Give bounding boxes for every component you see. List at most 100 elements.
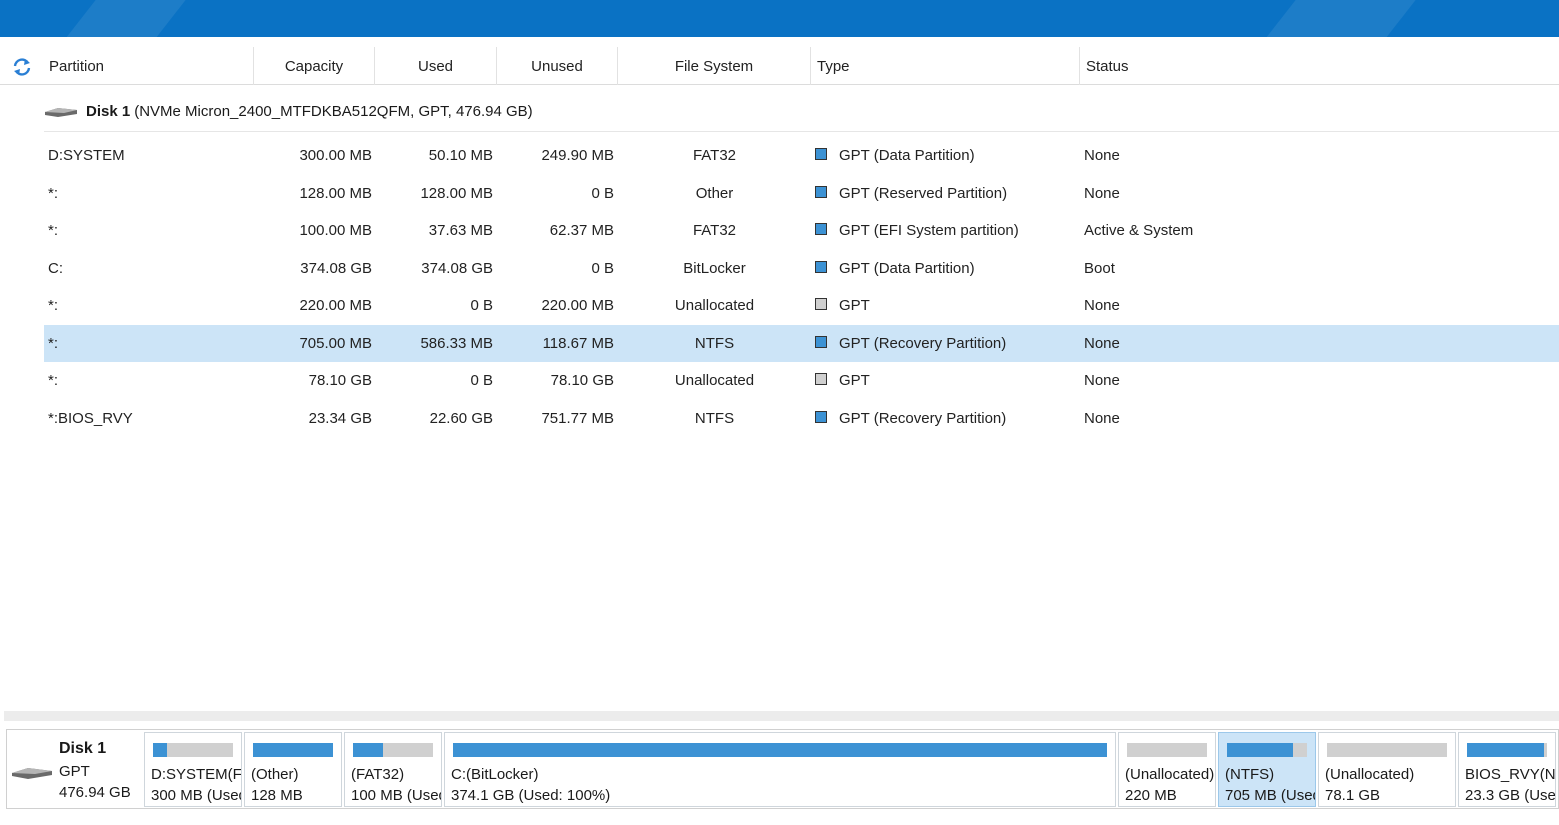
disk-map-partition[interactable]: (Unallocated) 78.1 GB <box>1318 732 1456 807</box>
partition-capacity: 78.10 GB <box>308 372 372 389</box>
partition-type-swatch-icon <box>815 335 827 348</box>
usage-bar-fill <box>153 743 167 757</box>
disk-map-disk-info[interactable]: Disk 1 GPT 476.94 GB <box>7 730 141 808</box>
disk-map-partition-label: D:SYSTEM(FAT32) <box>151 766 242 783</box>
disk-map-partition-size: 128 MB <box>251 787 303 804</box>
col-partition[interactable]: Partition <box>43 47 254 85</box>
partition-row[interactable]: *: 78.10 GB 0 B 78.10 GB Unallocated GPT None <box>44 362 1559 400</box>
partition-used: 22.60 GB <box>429 409 493 427</box>
partition-unused: 118.67 MB <box>542 334 614 352</box>
col-unused[interactable]: Unused <box>497 47 618 85</box>
partition-name: *: <box>48 222 59 239</box>
partition-used: 50.10 MB <box>428 147 493 164</box>
disk-map-partition-size: 23.3 GB (Used: 96%) <box>1465 787 1556 804</box>
partition-unused: 0 B <box>591 259 614 277</box>
partition-name: *: <box>48 334 59 352</box>
partition-status: None <box>1084 409 1120 427</box>
partition-used: 0 B <box>470 297 493 314</box>
partition-row[interactable]: C: 374.08 GB 374.08 GB 0 B BitLocker GPT (Dat… <box>44 250 1559 288</box>
disk-map-partition[interactable]: C:(BitLocker) 374.1 GB (Used: 100%) <box>444 732 1116 807</box>
usage-bar <box>253 743 333 757</box>
disk-map-partition[interactable]: D:SYSTEM(FAT32) 300 MB (Used: 16%) <box>144 732 242 807</box>
disk-map-partition-label: C:(BitLocker) <box>451 766 539 783</box>
partition-row[interactable]: *: 705.00 MB 586.33 MB 118.67 MB NTFS GPT (Re… <box>44 324 1559 363</box>
disk-map: Disk 1 GPT 476.94 GB D:SYSTEM(FAT32) 300 … <box>6 729 1559 809</box>
usage-bar-fill <box>253 743 333 757</box>
partition-type: GPT (Recovery Partition) <box>815 400 1075 438</box>
disk-map-partition-label: (NTFS) <box>1225 766 1275 783</box>
partition-type-label: GPT (Recovery Partition) <box>839 334 1007 352</box>
partition-fs: BitLocker <box>683 259 746 277</box>
partition-row[interactable]: D:SYSTEM 300.00 MB 50.10 MB 249.90 MB FAT32 G… <box>44 137 1559 175</box>
disk-map-partition-size: 220 MB <box>1125 787 1177 804</box>
partition-type: GPT (EFI System partition) <box>815 212 1075 250</box>
disk-map-partition[interactable]: (Unallocated) 220 MB <box>1118 732 1216 807</box>
partition-capacity: 705.00 MB <box>299 334 372 352</box>
disk-map-partition-size: 374.1 GB (Used: 100%) <box>451 787 611 804</box>
refresh-icon[interactable] <box>10 57 34 77</box>
partition-status: None <box>1084 184 1120 202</box>
disk-map-partition-label: (FAT32) <box>351 766 405 783</box>
usage-bar-fill <box>1227 743 1294 757</box>
partition-unused: 0 B <box>591 184 614 202</box>
partition-used: 374.08 GB <box>421 259 493 277</box>
partition-type-label: GPT (Data Partition) <box>839 259 975 277</box>
disk-map-partition[interactable]: (NTFS) 705 MB (Used: 83%) <box>1218 732 1316 807</box>
partition-unused: 62.37 MB <box>549 222 614 239</box>
disk-map-partition[interactable]: BIOS_RVY(NTFS) 23.3 GB (Used: 96%) <box>1458 732 1556 807</box>
disk-map-name: Disk 1 <box>59 740 107 757</box>
col-status[interactable]: Status <box>1080 47 1559 85</box>
usage-bar <box>153 743 233 757</box>
partition-status: None <box>1084 372 1120 389</box>
usage-bar <box>453 743 1107 757</box>
disk-map-partition-label: BIOS_RVY(NTFS) <box>1465 766 1556 783</box>
partition-unused: 751.77 MB <box>541 409 614 427</box>
disk-drive-icon <box>45 108 77 118</box>
disk-name: Disk 1 <box>86 103 131 120</box>
partition-type: GPT (Data Partition) <box>815 250 1075 288</box>
partition-status: None <box>1084 147 1120 164</box>
partition-name: *:BIOS_RVY <box>48 409 133 427</box>
disk-map-size: 476.94 GB <box>59 784 131 801</box>
partition-name: D:SYSTEM <box>48 147 125 164</box>
partition-status: Boot <box>1084 259 1115 277</box>
disk-map-partition-label: (Unallocated) <box>1125 766 1215 783</box>
disk-map-partition-size: 705 MB (Used: 83%) <box>1225 787 1315 804</box>
partition-unused: 220.00 MB <box>541 297 614 314</box>
partition-name: *: <box>48 372 59 389</box>
partition-type-swatch-icon <box>815 373 827 386</box>
partition-type-swatch-icon <box>815 148 827 161</box>
usage-bar-fill <box>1467 743 1544 757</box>
partition-row[interactable]: *: 220.00 MB 0 B 220.00 MB Unallocated GPT Non… <box>44 287 1559 325</box>
col-used[interactable]: Used <box>375 47 497 85</box>
disk-map-partition[interactable]: (FAT32) 100 MB (Used: 37%) <box>344 732 442 807</box>
disk-map-partition[interactable]: (Other) 128 MB <box>244 732 342 807</box>
partition-used: 37.63 MB <box>428 222 493 239</box>
partition-type: GPT (Recovery Partition) <box>815 325 1075 363</box>
disk-details: (NVMe Micron_2400_MTFDKBA512QFM, GPT, 47… <box>134 103 533 120</box>
partition-capacity: 300.00 MB <box>299 147 372 164</box>
partition-name: *: <box>48 297 59 314</box>
col-type[interactable]: Type <box>811 47 1080 85</box>
partition-unused: 78.10 GB <box>550 372 614 389</box>
partition-row[interactable]: *: 128.00 MB 128.00 MB 0 B Other GPT (Reserve… <box>44 175 1559 213</box>
partition-name: *: <box>48 184 59 202</box>
partition-fs: Unallocated <box>674 372 755 389</box>
partition-type: GPT <box>815 362 1075 400</box>
partition-fs: Unallocated <box>674 297 755 314</box>
disk-map-partition-label: (Other) <box>251 766 299 783</box>
col-capacity[interactable]: Capacity <box>254 47 375 85</box>
partition-row[interactable]: *: 100.00 MB 37.63 MB 62.37 MB FAT32 GPT (EFI… <box>44 212 1559 250</box>
col-filesystem[interactable]: File System <box>618 47 811 85</box>
partition-type-swatch-icon <box>815 185 827 198</box>
disk-header-row[interactable]: Disk 1 (NVMe Micron_2400_MTFDKBA512QFM, G… <box>44 94 1559 132</box>
partition-fs: FAT32 <box>692 222 737 239</box>
disk-drive-icon <box>12 768 52 779</box>
partition-row[interactable]: *:BIOS_RVY 23.34 GB 22.60 GB 751.77 MB NTFS G… <box>44 400 1559 438</box>
partition-list: D:SYSTEM 300.00 MB 50.10 MB 249.90 MB FAT32 G… <box>44 137 1559 437</box>
partition-name: C: <box>48 259 63 277</box>
partition-status: None <box>1084 297 1120 314</box>
partition-type-swatch-icon <box>815 223 827 236</box>
usage-bar <box>1467 743 1547 757</box>
pane-splitter[interactable] <box>4 711 1559 721</box>
